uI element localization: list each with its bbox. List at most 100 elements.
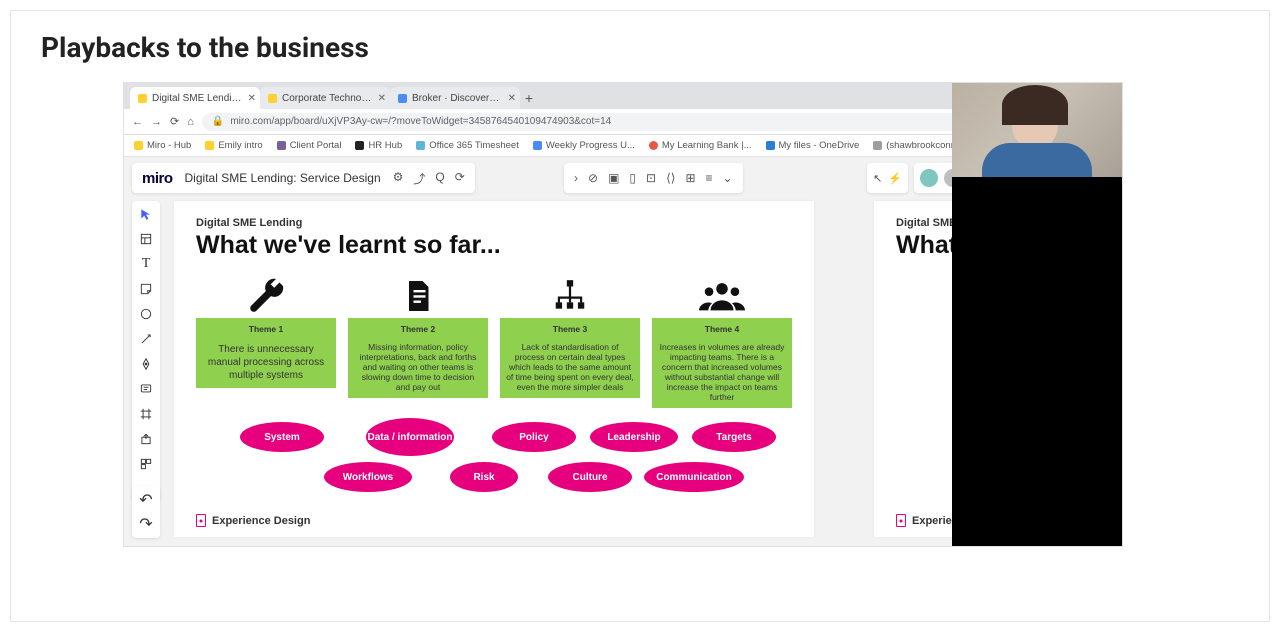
bookmark-item[interactable]: Office 365 Timesheet [416, 140, 519, 151]
topic-bubble[interactable]: System [240, 422, 324, 452]
theme-card[interactable]: Theme 4 Increases in volumes are already… [652, 318, 792, 408]
slide-title: Playbacks to the business [41, 31, 1239, 64]
theme-text: Lack of standardisation of process on ce… [506, 342, 634, 392]
chevron-down-icon[interactable]: ⌄ [723, 171, 733, 185]
frame-footer-label: Experie [912, 515, 952, 527]
bookmark-favicon [766, 141, 775, 150]
upload-tool-icon[interactable] [135, 430, 157, 448]
connection-tool-icon[interactable] [135, 330, 157, 348]
miro-topbar-center: › ⊘ ▣ ▯ ⊡ ⟨⟩ ⊞ ≡ ⌄ [564, 163, 743, 193]
wrench-icon [245, 274, 287, 318]
lock-icon: 🔒 [212, 116, 224, 127]
bookmark-favicon [533, 141, 542, 150]
hierarchy-icon [549, 274, 591, 318]
topic-bubble[interactable]: Risk [450, 462, 518, 492]
frame-footer-label: Experience Design [212, 515, 310, 527]
bookmark-item[interactable]: Client Portal [277, 140, 342, 151]
bubble-area: SystemData / informationPolicyLeadership… [196, 422, 792, 498]
redo-icon[interactable]: ↷ [139, 514, 152, 534]
nav-forward-icon[interactable]: → [151, 116, 162, 128]
document-icon [400, 274, 436, 318]
theme-label: Theme 2 [401, 324, 436, 334]
undo-icon[interactable]: ↶ [139, 490, 152, 510]
miro-logo[interactable]: miro [142, 170, 173, 187]
frame-tool-icon[interactable] [135, 405, 157, 423]
bookmark-item[interactable]: My files - OneDrive [766, 140, 860, 151]
present-icon[interactable]: ⊘ [588, 171, 598, 185]
apps-tool-icon[interactable] [135, 455, 157, 473]
tab-label: Digital SME Lending: Service D... [152, 93, 242, 104]
nav-reload-icon[interactable]: ⟳ [170, 115, 179, 128]
topic-bubble[interactable]: Leadership [590, 422, 678, 452]
topic-bubble[interactable]: Targets [692, 422, 776, 452]
tab-label: Corporate Technology: SD_Onli... [282, 93, 372, 104]
theme-card[interactable]: Theme 1 There is unnecessary manual proc… [196, 318, 336, 388]
bookmark-favicon [355, 141, 364, 150]
board-frame-1[interactable]: Digital SME Lending What we've learnt so… [174, 201, 814, 537]
topic-bubble[interactable]: Communication [644, 462, 744, 492]
comment-tool-icon[interactable] [135, 380, 157, 398]
frame-footer: Experience Design [196, 514, 310, 527]
topic-bubble[interactable]: Data / information [366, 418, 454, 456]
sticky-tool-icon[interactable] [135, 280, 157, 298]
export-icon[interactable]: ⤴ [413, 170, 425, 187]
topic-bubble[interactable]: Culture [548, 462, 632, 492]
bookmark-label: Emily intro [218, 140, 262, 151]
theme-card[interactable]: Theme 2 Missing information, policy inte… [348, 318, 488, 398]
theme-text: There is unnecessary manual processing a… [202, 343, 330, 382]
bookmark-label: Weekly Progress U... [546, 140, 635, 151]
settings-icon[interactable]: ⚙ [393, 170, 404, 187]
theme-card[interactable]: Theme 3 Lack of standardisation of proce… [500, 318, 640, 398]
theme-column: Theme 4 Increases in volumes are already… [652, 274, 792, 408]
bookmark-item[interactable]: Emily intro [205, 140, 262, 151]
tab-close-icon[interactable]: ✕ [378, 93, 386, 104]
new-tab-button[interactable]: + [520, 87, 538, 109]
text-tool-icon[interactable]: T [135, 255, 157, 273]
board-title[interactable]: Digital SME Lending: Service Design [185, 171, 381, 185]
webcam-video [952, 83, 1122, 177]
bookmark-favicon [649, 141, 658, 150]
activity-icon[interactable]: ≡ [706, 171, 713, 185]
bookmark-label: Client Portal [290, 140, 342, 151]
pen-tool-icon[interactable] [135, 355, 157, 373]
bookmark-favicon [873, 141, 882, 150]
theme-text: Missing information, policy interpretati… [354, 342, 482, 392]
panel-icon[interactable]: ▯ [629, 171, 636, 185]
bookmark-label: Office 365 Timesheet [429, 140, 519, 151]
frame-subtitle: Digital SME Lending [196, 217, 792, 229]
history-icon[interactable]: ⟳ [455, 170, 465, 187]
theme-label: Theme 1 [249, 324, 284, 335]
browser-tab-0[interactable]: Digital SME Lending: Service D... ✕ [130, 87, 260, 109]
select-tool-icon[interactable] [135, 205, 157, 223]
cursor-icon[interactable]: ↖ [873, 172, 882, 185]
browser-tab-2[interactable]: Broker · Discovery Research · Sli... ✕ [390, 87, 520, 109]
search-icon[interactable]: Q [435, 170, 444, 187]
timer-icon[interactable]: ⟨⟩ [666, 171, 675, 185]
grid-icon[interactable]: ⊞ [685, 171, 695, 185]
bookmark-item[interactable]: HR Hub [355, 140, 402, 151]
frame-title: What we've learnt so far... [196, 231, 792, 260]
nav-back-icon[interactable]: ← [132, 116, 143, 128]
bookmark-favicon [277, 141, 286, 150]
topic-bubble[interactable]: Workflows [324, 462, 412, 492]
tab-close-icon[interactable]: ✕ [508, 93, 516, 104]
reactions-icon[interactable]: ⚡ [888, 172, 902, 185]
browser-tab-1[interactable]: Corporate Technology: SD_Onli... ✕ [260, 87, 390, 109]
theme-label: Theme 4 [705, 324, 740, 334]
frame-icon[interactable]: ▣ [608, 171, 619, 185]
topic-bubble[interactable]: Policy [492, 422, 576, 452]
avatar [920, 169, 938, 187]
shape-tool-icon[interactable] [135, 305, 157, 323]
bookmark-item[interactable]: My Learning Bank |... [649, 140, 752, 151]
bookmark-item[interactable]: Miro - Hub [134, 140, 191, 151]
undo-redo-box: ↶ ↷ [132, 486, 160, 538]
comment-icon[interactable]: ⊡ [646, 171, 656, 185]
frame-footer: Experie [896, 514, 952, 527]
nav-home-icon[interactable]: ⌂ [187, 116, 194, 128]
tab-close-icon[interactable]: ✕ [248, 93, 256, 104]
bookmark-favicon [416, 141, 425, 150]
template-tool-icon[interactable] [135, 230, 157, 248]
bookmark-item[interactable]: Weekly Progress U... [533, 140, 635, 151]
url-input[interactable]: 🔒 miro.com/app/board/uXjVP3Ay-cw=/?moveT… [202, 113, 1059, 131]
chevron-icon[interactable]: › [574, 171, 578, 185]
